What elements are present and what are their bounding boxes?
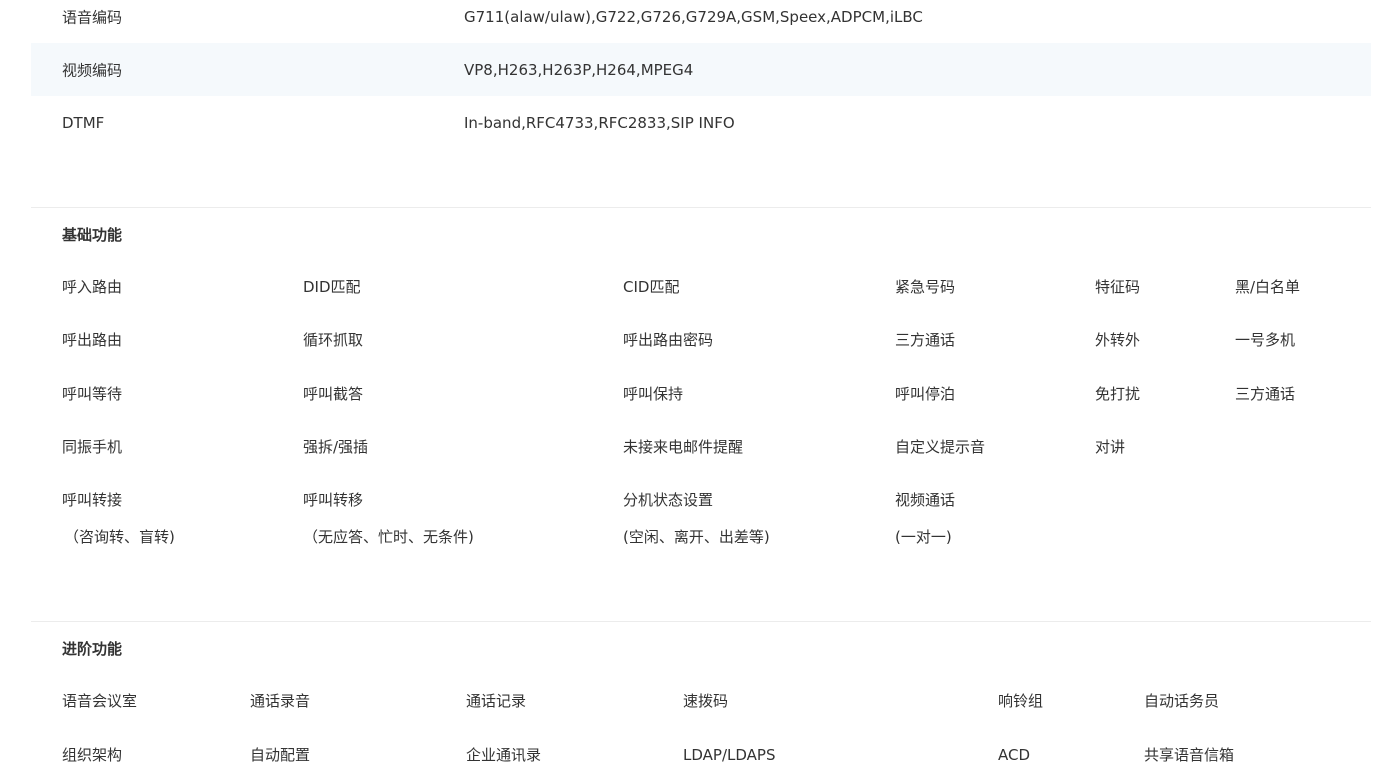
spec-value: G711(alaw/ulaw),G722,G726,G729A,GSM,Spee… (464, 7, 923, 26)
feature-item: 语音会议室 (62, 692, 138, 710)
feature-item: 呼入路由 (62, 278, 123, 296)
feature-item: 自动话务员 (1144, 692, 1220, 710)
spec-label: 视频编码 (62, 61, 123, 79)
feature-item: 三方通话 (895, 331, 956, 349)
feature-item: DID匹配 (303, 278, 361, 296)
feature-item: 视频通话 (895, 491, 956, 509)
feature-item: 免打扰 (1095, 385, 1141, 403)
feature-item: 呼叫转移 (303, 491, 364, 509)
feature-item: 分机状态设置 (623, 491, 714, 509)
feature-item: 呼出路由密码 (623, 331, 714, 349)
spec-label: DTMF (62, 113, 105, 132)
section-divider (31, 207, 1371, 208)
feature-item: 组织架构 (62, 746, 123, 764)
feature-item: 紧急号码 (895, 278, 956, 296)
feature-item: 呼叫转接 (62, 491, 123, 509)
section-divider (31, 621, 1371, 622)
feature-item: 通话记录 (466, 692, 527, 710)
feature-item: 黑/白名单 (1235, 278, 1301, 296)
spec-row-dtmf: DTMF In-band,RFC4733,RFC2833,SIP INFO (31, 96, 1371, 149)
spec-row-voice-codec: 语音编码 G711(alaw/ulaw),G722,G726,G729A,GSM… (31, 0, 1371, 43)
feature-note: （无应答、忙时、无条件) (303, 528, 474, 546)
spec-row-video-codec: 视频编码 VP8,H263,H263P,H264,MPEG4 (31, 43, 1371, 96)
feature-item: ACD (998, 746, 1031, 764)
feature-item: 响铃组 (998, 692, 1044, 710)
feature-item: 呼叫停泊 (895, 385, 956, 403)
feature-item: 自动配置 (250, 746, 311, 764)
feature-note: （咨询转、盲转) (64, 528, 175, 546)
feature-item: 外转外 (1095, 331, 1141, 349)
feature-item: 对讲 (1095, 438, 1126, 456)
feature-item: LDAP/LDAPS (683, 746, 776, 764)
feature-item: 呼叫截答 (303, 385, 364, 403)
feature-item: 同振手机 (62, 438, 123, 456)
section-title-basic: 基础功能 (62, 226, 123, 244)
feature-item: 三方通话 (1235, 385, 1296, 403)
feature-item: 共享语音信箱 (1144, 746, 1235, 764)
feature-item: 呼叫保持 (623, 385, 684, 403)
feature-item: 通话录音 (250, 692, 311, 710)
spec-value: VP8,H263,H263P,H264,MPEG4 (464, 60, 694, 79)
feature-note: (一对一) (895, 528, 952, 546)
feature-item: 强拆/强插 (303, 438, 369, 456)
feature-item: CID匹配 (623, 278, 680, 296)
spec-value: In-band,RFC4733,RFC2833,SIP INFO (464, 113, 735, 132)
feature-item: 循环抓取 (303, 331, 364, 349)
section-title-advanced: 进阶功能 (62, 640, 123, 658)
feature-item: 自定义提示音 (895, 438, 986, 456)
feature-item: 呼叫等待 (62, 385, 123, 403)
feature-note: (空闲、离开、出差等) (623, 528, 770, 546)
feature-item: 企业通讯录 (466, 746, 542, 764)
feature-item: 特征码 (1095, 278, 1141, 296)
feature-item: 速拨码 (683, 692, 729, 710)
feature-item: 一号多机 (1235, 331, 1296, 349)
spec-label: 语音编码 (62, 8, 123, 26)
feature-item: 呼出路由 (62, 331, 123, 349)
feature-item: 未接来电邮件提醒 (623, 438, 744, 456)
